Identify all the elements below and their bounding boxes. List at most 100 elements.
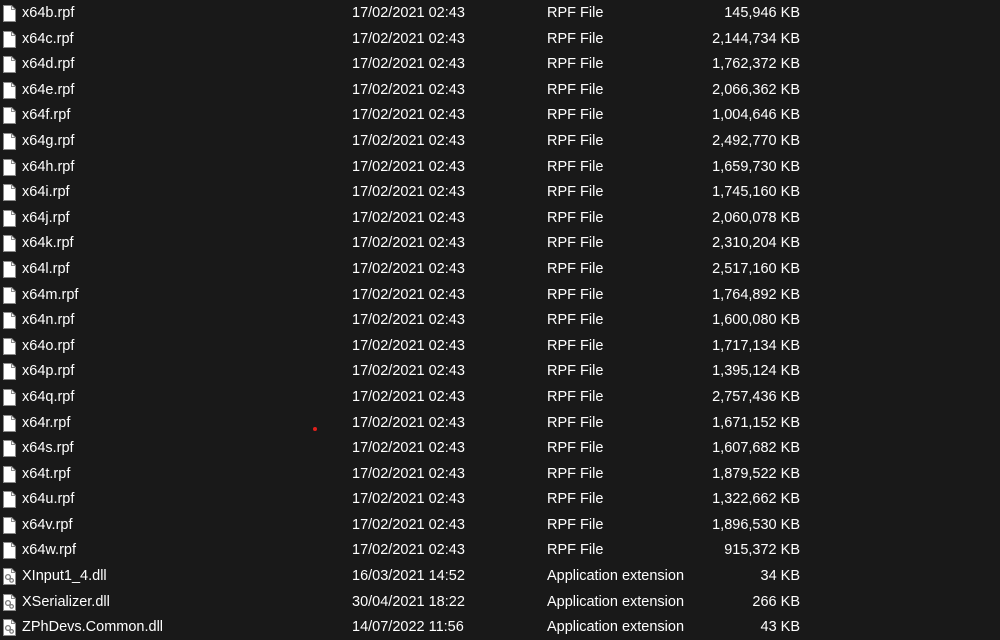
file-row[interactable]: x64g.rpf 17/02/2021 02:43 RPF File 2,492,77…: [0, 129, 1000, 155]
file-icon: [3, 184, 16, 202]
file-size: 1,322,662 KB: [712, 491, 800, 508]
file-size: 915,372 KB: [724, 542, 800, 559]
file-type: RPF File: [547, 132, 604, 149]
file-icon: [3, 542, 16, 560]
file-type: RPF File: [547, 312, 604, 329]
file-name: x64q.rpf: [22, 388, 75, 405]
file-date-modified: 17/02/2021 02:43: [352, 132, 465, 149]
file-date-modified: 17/02/2021 02:43: [352, 56, 465, 73]
file-name: x64c.rpf: [22, 30, 74, 47]
file-type: RPF File: [547, 337, 604, 354]
file-type: RPF File: [547, 56, 604, 73]
file-row[interactable]: x64w.rpf 17/02/2021 02:43 RPF File 915,372 …: [0, 538, 1000, 564]
file-row[interactable]: x64m.rpf 17/02/2021 02:43 RPF File 1,764,89…: [0, 283, 1000, 309]
file-row[interactable]: x64d.rpf 17/02/2021 02:43 RPF File 1,762,37…: [0, 52, 1000, 78]
file-name: XInput1_4.dll: [22, 568, 107, 585]
file-date-modified: 17/02/2021 02:43: [352, 5, 465, 21]
file-icon: [3, 337, 16, 355]
file-size: 43 KB: [760, 619, 801, 636]
file-size: 2,060,078 KB: [712, 209, 800, 226]
file-name: x64j.rpf: [22, 209, 70, 226]
file-icon: [3, 286, 16, 304]
file-row[interactable]: x64q.rpf 17/02/2021 02:43 RPF File 2,757,43…: [0, 385, 1000, 411]
file-type: RPF File: [547, 30, 604, 47]
file-row[interactable]: x64r.rpf 17/02/2021 02:43 RPF File 1,671,15…: [0, 411, 1000, 437]
file-row[interactable]: x64u.rpf 17/02/2021 02:43 RPF File 1,322,66…: [0, 487, 1000, 513]
file-date-modified: 17/02/2021 02:43: [352, 363, 465, 380]
file-icon: [3, 81, 16, 99]
file-icon: [3, 30, 16, 48]
file-name: x64r.rpf: [22, 414, 71, 431]
file-row[interactable]: x64o.rpf 17/02/2021 02:43 RPF File 1,717,13…: [0, 334, 1000, 360]
file-size: 1,896,530 KB: [712, 516, 800, 533]
file-row[interactable]: x64j.rpf 17/02/2021 02:43 RPF File 2,060,07…: [0, 206, 1000, 232]
file-date-modified: 17/02/2021 02:43: [352, 260, 465, 277]
file-type: RPF File: [547, 414, 604, 431]
file-row[interactable]: x64k.rpf 17/02/2021 02:43 RPF File 2,310,20…: [0, 231, 1000, 257]
file-size: 2,066,362 KB: [712, 81, 800, 98]
file-type: RPF File: [547, 286, 604, 303]
file-type: RPF File: [547, 184, 604, 201]
file-row[interactable]: x64p.rpf 17/02/2021 02:43 RPF File 1,395,12…: [0, 359, 1000, 385]
file-type: RPF File: [547, 81, 604, 98]
file-row[interactable]: x64n.rpf 17/02/2021 02:43 RPF File 1,600,08…: [0, 308, 1000, 334]
file-icon: [3, 5, 16, 22]
file-row[interactable]: x64c.rpf 17/02/2021 02:43 RPF File 2,144,73…: [0, 27, 1000, 53]
file-name: x64n.rpf: [22, 312, 75, 329]
file-size: 2,492,770 KB: [712, 132, 800, 149]
file-size: 1,004,646 KB: [712, 107, 800, 124]
file-icon: [3, 388, 16, 406]
file-name: x64i.rpf: [22, 184, 70, 201]
file-date-modified: 17/02/2021 02:43: [352, 107, 465, 124]
file-row[interactable]: x64b.rpf 17/02/2021 02:43 RPF File 145,946 …: [0, 1, 1000, 27]
file-type: RPF File: [547, 516, 604, 533]
file-row[interactable]: XInput1_4.dll 16/03/2021 14:52 Application…: [0, 564, 1000, 590]
file-name: x64e.rpf: [22, 81, 75, 98]
file-row[interactable]: x64f.rpf 17/02/2021 02:43 RPF File 1,004,64…: [0, 103, 1000, 129]
file-size: 1,762,372 KB: [712, 56, 800, 73]
file-date-modified: 17/02/2021 02:43: [352, 235, 465, 252]
file-row[interactable]: x64i.rpf 17/02/2021 02:43 RPF File 1,745,16…: [0, 180, 1000, 206]
file-date-modified: 17/02/2021 02:43: [352, 542, 465, 559]
file-type: RPF File: [547, 5, 604, 21]
file-date-modified: 16/03/2021 14:52: [352, 568, 465, 585]
file-name: x64o.rpf: [22, 337, 75, 354]
file-size: 1,607,682 KB: [712, 440, 800, 457]
file-date-modified: 17/02/2021 02:43: [352, 388, 465, 405]
file-type: RPF File: [547, 491, 604, 508]
file-name: x64d.rpf: [22, 56, 75, 73]
dll-icon: [3, 619, 16, 637]
file-name: x64t.rpf: [22, 465, 71, 482]
file-date-modified: 17/02/2021 02:43: [352, 81, 465, 98]
file-type: RPF File: [547, 209, 604, 226]
file-size: 1,717,134 KB: [712, 337, 800, 354]
file-size: 1,879,522 KB: [712, 465, 800, 482]
file-type: Application extension: [547, 619, 685, 636]
file-name: x64p.rpf: [22, 363, 75, 380]
file-row[interactable]: x64h.rpf 17/02/2021 02:43 RPF File 1,659,73…: [0, 155, 1000, 181]
file-list: x64b.rpf 17/02/2021 02:43 RPF File 145,946 …: [0, 1, 1000, 640]
file-row[interactable]: x64v.rpf 17/02/2021 02:43 RPF File 1,896,53…: [0, 513, 1000, 539]
file-row[interactable]: x64t.rpf 17/02/2021 02:43 RPF File 1,879,52…: [0, 462, 1000, 488]
file-icon: [3, 209, 16, 227]
file-type: RPF File: [547, 388, 604, 405]
file-name: x64g.rpf: [22, 132, 75, 149]
file-date-modified: 17/02/2021 02:43: [352, 337, 465, 354]
file-row[interactable]: x64s.rpf 17/02/2021 02:43 RPF File 1,607,68…: [0, 436, 1000, 462]
file-size: 1,600,080 KB: [712, 312, 800, 329]
file-name: ZPhDevs.Common.dll: [22, 619, 164, 636]
file-type: RPF File: [547, 158, 604, 175]
file-type: Application extension: [547, 568, 685, 585]
file-date-modified: 30/04/2021 18:22: [352, 593, 465, 610]
file-name: x64u.rpf: [22, 491, 75, 508]
file-row[interactable]: ZPhDevs.Common.dll 14/07/2022 11:56 Applic…: [0, 615, 1000, 640]
file-row[interactable]: XSerializer.dll 30/04/2021 18:22 Applicati…: [0, 590, 1000, 616]
file-date-modified: 17/02/2021 02:43: [352, 158, 465, 175]
file-row[interactable]: x64e.rpf 17/02/2021 02:43 RPF File 2,066,36…: [0, 78, 1000, 104]
file-row[interactable]: x64l.rpf 17/02/2021 02:43 RPF File 2,517,16…: [0, 257, 1000, 283]
dll-icon: [3, 568, 16, 586]
file-type: RPF File: [547, 107, 604, 124]
file-icon: [3, 491, 16, 509]
file-type: RPF File: [547, 465, 604, 482]
file-size: 1,671,152 KB: [712, 414, 800, 431]
